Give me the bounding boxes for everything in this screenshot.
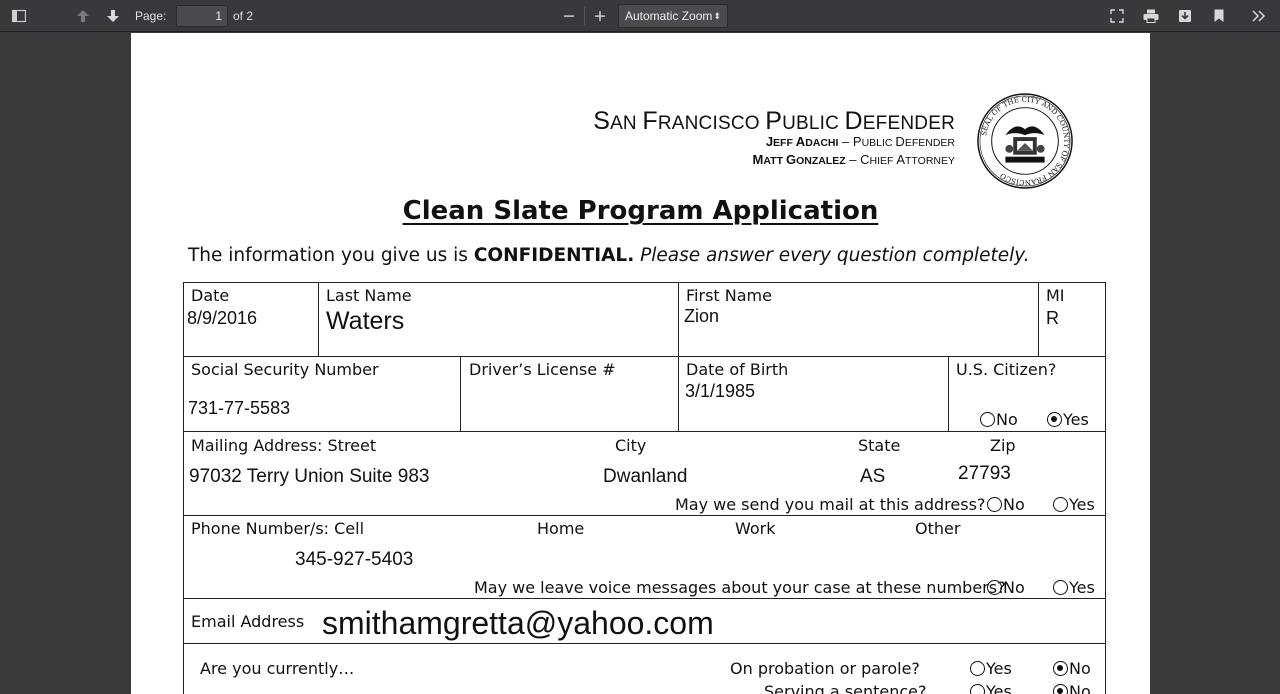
radio-circle: [980, 412, 995, 427]
sidebar-toggle-icon[interactable]: [8, 0, 30, 32]
email-field[interactable]: smithamgretta@yahoo.com: [322, 605, 714, 642]
letterhead-public-defender-line: JEFF ADACHI – PUBLIC DEFENDER: [765, 134, 955, 149]
form-rule: [1105, 282, 1106, 694]
page-title: Clean Slate Program Application: [402, 196, 879, 226]
letterhead-org-name: SAN FRANCISCO PUBLIC DEFENDER: [593, 107, 955, 135]
radio-circle: [970, 661, 985, 676]
city-field[interactable]: Dwanland: [603, 466, 688, 488]
radio-circle-selected: [1047, 412, 1062, 427]
form-rule: [948, 356, 949, 431]
zoom-in-icon[interactable]: [589, 0, 611, 32]
tools-menu-icon[interactable]: [1248, 0, 1270, 32]
city-label: City: [615, 436, 647, 455]
presentation-mode-icon[interactable]: [1106, 0, 1128, 32]
mailing-address-label: Mailing Address: Street: [191, 436, 377, 455]
zoom-out-icon[interactable]: [558, 0, 580, 32]
pdf-toolbar: Page: 1 of 2 Automatic Zoom ⬍: [0, 0, 1280, 32]
form-rule: [183, 643, 1106, 644]
probation-yes-radio[interactable]: Yes: [970, 659, 1012, 678]
radio-circle: [987, 497, 1002, 512]
sentence-yes-radio[interactable]: Yes: [970, 682, 1012, 694]
form-rule: [183, 431, 1106, 432]
first-name-label: First Name: [686, 286, 772, 305]
ssn-field[interactable]: 731-77-5583: [188, 398, 290, 419]
letterhead-chief-attorney-line: MATT GONZALEZ – CHIEF ATTORNEY: [752, 152, 955, 167]
drivers-license-label: Driver’s License #: [469, 360, 616, 379]
page-count: of 2: [233, 9, 254, 23]
form-rule: [318, 282, 319, 356]
state-label: State: [858, 436, 901, 455]
other-phone-label: Other: [915, 519, 961, 538]
intro-text: The information you give us is CONFIDENT…: [188, 245, 1030, 266]
phone-label: Phone Number/s: Cell: [191, 519, 365, 538]
mail-question: May we send you mail at this address?: [675, 495, 986, 514]
radio-circle: [970, 684, 985, 694]
chevron-down-icon: ⬍: [713, 11, 721, 21]
form-rule: [183, 515, 1106, 516]
work-phone-label: Work: [735, 519, 776, 538]
voice-message-question: May we leave voice messages about your c…: [474, 578, 1006, 597]
currently-label: Are you currently…: [200, 659, 355, 678]
state-field[interactable]: AS: [860, 466, 885, 488]
bookmark-icon[interactable]: [1208, 0, 1230, 32]
zip-label: Zip: [990, 436, 1016, 455]
probation-question: On probation or parole?: [730, 659, 920, 678]
home-phone-label: Home: [537, 519, 585, 538]
form-rule: [183, 282, 184, 694]
radio-circle: [987, 580, 1002, 595]
email-label: Email Address: [191, 612, 305, 631]
radio-circle-selected: [1053, 684, 1068, 694]
probation-no-radio[interactable]: No: [1053, 659, 1091, 678]
form-rule: [460, 356, 461, 431]
mi-label: MI: [1046, 286, 1065, 305]
form-rule: [678, 356, 679, 431]
pdf-page: SAN FRANCISCO PUBLIC DEFENDER JEFF ADACH…: [131, 33, 1150, 694]
cell-phone-field[interactable]: 345-927-5403: [295, 549, 413, 571]
date-label: Date: [191, 286, 230, 305]
last-name-field[interactable]: Waters: [326, 307, 404, 336]
next-page-icon[interactable]: [102, 0, 124, 32]
mail-no-radio[interactable]: No: [987, 495, 1025, 514]
radio-circle: [1053, 580, 1068, 595]
sentence-question: Serving a sentence?: [764, 682, 927, 694]
previous-page-icon[interactable]: [72, 0, 94, 32]
sentence-no-radio[interactable]: No: [1053, 682, 1091, 694]
zoom-select-value: Automatic Zoom: [625, 9, 713, 23]
form-rule: [183, 282, 1106, 283]
citizen-label: U.S. Citizen?: [956, 360, 1057, 379]
zoom-select[interactable]: Automatic Zoom ⬍: [618, 4, 728, 28]
form-rule: [183, 356, 1106, 357]
page-label: Page:: [135, 9, 167, 23]
voice-no-radio[interactable]: No: [987, 578, 1025, 597]
form-rule: [1038, 282, 1039, 356]
street-field[interactable]: 97032 Terry Union Suite 983: [189, 466, 429, 488]
voice-yes-radio[interactable]: Yes: [1053, 578, 1095, 597]
dob-label: Date of Birth: [686, 360, 789, 379]
ssn-label: Social Security Number: [191, 360, 379, 379]
application-form: Date 8/9/2016 Last Name Waters First Nam…: [183, 282, 1106, 694]
zip-field[interactable]: 27793: [958, 463, 1011, 485]
first-name-field[interactable]: Zion: [684, 306, 719, 327]
city-seal-icon: SEAL OF THE CITY AND COUNTY OF SAN FRANC…: [977, 93, 1073, 189]
radio-circle: [1053, 497, 1068, 512]
citizen-no-radio[interactable]: No: [980, 410, 1018, 429]
page-number-input[interactable]: 1: [176, 5, 228, 27]
toolbar-divider: [584, 7, 585, 25]
form-rule: [183, 598, 1106, 599]
date-field[interactable]: 8/9/2016: [187, 308, 257, 329]
citizen-yes-radio[interactable]: Yes: [1047, 410, 1089, 429]
radio-circle-selected: [1053, 661, 1068, 676]
last-name-label: Last Name: [326, 286, 412, 305]
mi-field[interactable]: R: [1046, 308, 1059, 329]
download-icon[interactable]: [1174, 0, 1196, 32]
dob-field[interactable]: 3/1/1985: [685, 381, 755, 402]
mail-yes-radio[interactable]: Yes: [1053, 495, 1095, 514]
form-rule: [678, 282, 679, 356]
print-icon[interactable]: [1140, 0, 1162, 32]
